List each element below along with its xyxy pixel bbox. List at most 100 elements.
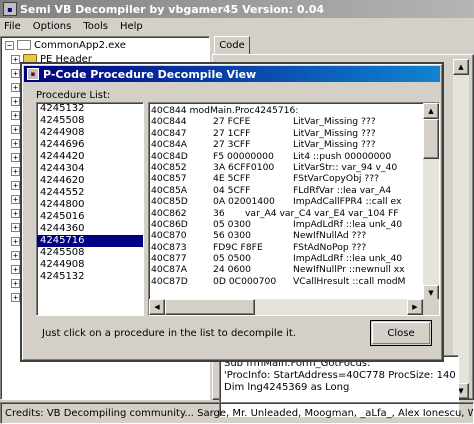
line-text: ImpAdCallFPR4 ::call ex xyxy=(293,196,402,208)
expand-icon[interactable]: + xyxy=(11,278,20,288)
expand-icon[interactable]: + xyxy=(11,124,20,134)
procedure-item[interactable]: 4244552 xyxy=(37,187,143,199)
line-opcodes: 0D 0C000700 xyxy=(213,275,277,287)
line-text: NewIfNullAd ??? xyxy=(293,230,367,242)
scroll-up-icon[interactable]: ▲ xyxy=(423,103,439,119)
expand-icon[interactable]: + xyxy=(11,236,20,246)
procedure-item[interactable]: 4244304 xyxy=(37,163,143,175)
dialog-title: P-Code Procedure Decompile View xyxy=(43,67,257,81)
decompile-line: 40C857 4E 5CFF FStVarCopyObj ??? xyxy=(151,173,421,184)
decompile-line: 40C873 FD9C F8FE FStAdNoPop ??? xyxy=(151,242,421,253)
line-opcodes: 24 0600 xyxy=(213,264,251,276)
decompile-vscroll[interactable]: ▲ ▼ xyxy=(423,103,439,301)
decompile-line: 40C87A 24 0600 NewIfNullPr ::newnull xx xyxy=(151,264,421,275)
procedure-item[interactable]: 4244360 xyxy=(37,223,143,235)
menu-bar: File Options Tools Help xyxy=(0,18,474,34)
scroll-thumb[interactable] xyxy=(423,119,439,159)
procedure-item-selected[interactable]: 4245716 xyxy=(37,235,143,247)
expand-icon[interactable]: + xyxy=(11,180,20,190)
decompile-output[interactable]: 40C844 modMain.Proc4245716: 40C844 27 FCF… xyxy=(148,102,440,316)
scroll-up-icon[interactable]: ▲ xyxy=(453,59,469,75)
procedure-item[interactable]: 4245508 xyxy=(37,115,143,127)
line-text: FStVarCopyObj ??? xyxy=(293,173,380,185)
line-text: var_A4 var_C4 var_E4 var_104 FF xyxy=(245,207,399,219)
line-text: ImpAdLdRf ::lea unk_40 xyxy=(293,253,403,265)
tab-code[interactable]: Code xyxy=(214,36,250,54)
expand-icon[interactable]: + xyxy=(11,152,20,162)
expand-icon[interactable]: + xyxy=(11,138,20,148)
line-address: 40C877 xyxy=(151,253,187,265)
tree-root[interactable]: − CommonApp2.exe xyxy=(5,39,126,51)
collapse-icon[interactable]: − xyxy=(5,40,14,50)
decompile-line: 40C847 27 1CFF LitVar_Missing ??? xyxy=(151,128,421,139)
expand-icon[interactable]: + xyxy=(11,194,20,204)
line-opcodes: FD9C F8FE xyxy=(213,241,263,253)
expand-icon[interactable]: + xyxy=(11,82,20,92)
line-text: LitVar_Missing ??? xyxy=(293,139,376,151)
menu-tools[interactable]: Tools xyxy=(83,21,108,32)
code-scrollbar[interactable]: ▲ ▼ xyxy=(453,59,469,399)
line-opcodes: 36 xyxy=(213,207,225,219)
procedure-item[interactable]: 4244620 xyxy=(37,175,143,187)
expand-icon[interactable]: + xyxy=(11,110,20,120)
line-address: 40C86D xyxy=(151,218,188,230)
decompile-lines: 40C844 modMain.Proc4245716: 40C844 27 FCF… xyxy=(151,105,421,301)
line-address: 40C852 xyxy=(151,161,187,173)
app-icon: ▪ xyxy=(3,2,17,16)
procedure-list[interactable]: 4245132 4245508 4244908 4244696 4244420 … xyxy=(36,102,144,316)
expand-icon[interactable]: + xyxy=(11,68,20,78)
expand-icon[interactable]: + xyxy=(11,250,20,260)
line-opcodes: 56 0300 xyxy=(213,230,251,242)
decompile-line: 40C84D F5 00000000 Lit4 ::push 00000000 xyxy=(151,151,421,162)
expand-icon[interactable]: + xyxy=(11,264,20,274)
expand-icon[interactable]: + xyxy=(11,54,20,64)
decompile-line: 40C862 36 var_A4 var_C4 var_E4 var_104 FF xyxy=(151,208,421,219)
line-address: 40C87A xyxy=(151,264,188,276)
procedure-item[interactable]: 4245016 xyxy=(37,211,143,223)
procedure-item[interactable]: 4245508 xyxy=(37,247,143,259)
scroll-thumb[interactable] xyxy=(165,299,255,315)
exe-icon xyxy=(17,40,31,50)
expand-icon[interactable]: + xyxy=(11,222,20,232)
line-text: ImpAdLdRf ::lea unk_40 xyxy=(293,218,403,230)
expand-icon[interactable]: + xyxy=(11,96,20,106)
procedure-item[interactable]: 4244908 xyxy=(37,127,143,139)
line-text: LitVar_Missing ??? xyxy=(293,116,376,128)
decompile-line: 40C85D 0A 02001400 ImpAdCallFPR4 ::call ex xyxy=(151,196,421,207)
line-text: Lit4 ::push 00000000 xyxy=(293,150,392,162)
line-address: 40C844 xyxy=(151,116,187,128)
expand-icon[interactable]: + xyxy=(11,166,20,176)
expand-icon[interactable]: + xyxy=(11,292,20,302)
expand-icon[interactable]: + xyxy=(11,208,20,218)
line-address: 40C87D xyxy=(151,275,188,287)
scroll-left-icon[interactable]: ◀ xyxy=(149,299,165,315)
line-text: LitVarStr:: var_94 v_40 xyxy=(293,161,398,173)
line-opcodes: 27 1CFF xyxy=(213,127,251,139)
decompile-line: 40C844 27 FCFE LitVar_Missing ??? xyxy=(151,116,421,127)
procedure-item[interactable]: 4244800 xyxy=(37,199,143,211)
procedure-item[interactable]: 4244908 xyxy=(37,259,143,271)
procedure-list-label: Procedure List: xyxy=(36,90,111,101)
procedure-item[interactable]: 4244696 xyxy=(37,139,143,151)
line-address: 40C847 xyxy=(151,127,187,139)
line-text: NewIfNullPr ::newnull xx xyxy=(293,264,405,276)
procedure-item[interactable]: 4245132 xyxy=(37,271,143,283)
menu-help[interactable]: Help xyxy=(120,21,143,32)
line-text: FStAdNoPop ??? xyxy=(293,241,367,253)
dialog-title-bar: ▪ P-Code Procedure Decompile View xyxy=(24,66,440,82)
decompile-hscroll[interactable]: ◀ ▶ xyxy=(149,299,423,315)
line-address: 40C84D xyxy=(151,150,188,162)
close-button[interactable]: Close xyxy=(370,320,432,346)
procedure-item[interactable]: 4244420 xyxy=(37,151,143,163)
main-title-bar: ▪ Semi VB Decompiler by vbgamer45 Versio… xyxy=(0,0,474,18)
line-opcodes: F5 00000000 xyxy=(213,150,274,162)
line-text: FLdRfVar ::lea var_A4 xyxy=(293,184,392,196)
menu-options[interactable]: Options xyxy=(33,21,72,32)
line-text: LitVar_Missing ??? xyxy=(293,127,376,139)
line-address: 40C84A xyxy=(151,139,188,151)
procedure-item[interactable]: 4245132 xyxy=(37,103,143,115)
scroll-right-icon[interactable]: ▶ xyxy=(407,299,423,315)
line-opcodes: 3A 6CFF0100 xyxy=(213,161,275,173)
line-address: 40C85A xyxy=(151,184,188,196)
menu-file[interactable]: File xyxy=(4,21,21,32)
